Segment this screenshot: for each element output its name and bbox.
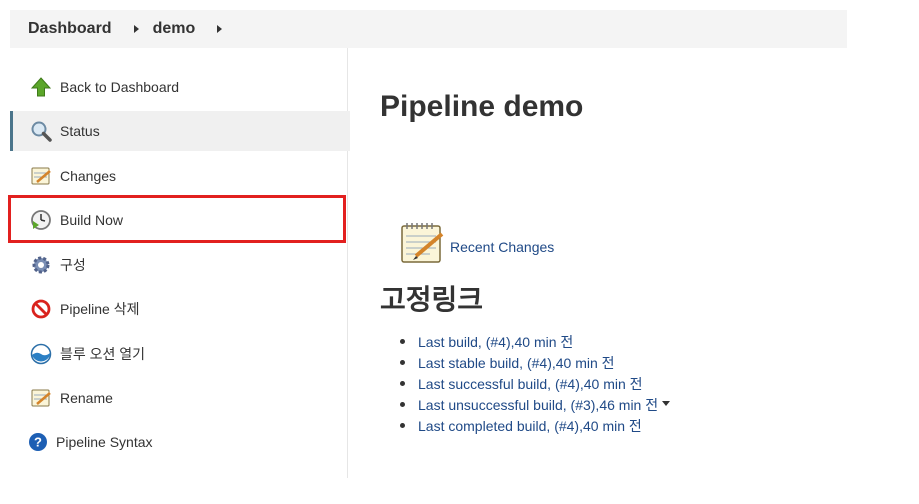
permalinks-heading: 고정링크 [380,284,484,315]
sidebar-item-delete-pipeline[interactable]: Pipeline 삭제 [10,289,347,329]
gear-icon [30,254,52,276]
clock-play-icon [30,209,52,231]
list-item: Last build, (#4),40 min 전 [400,331,670,352]
list-item: Last completed build, (#4),40 min 전 [400,415,670,436]
sidebar-item-label: Back to Dashboard [60,79,180,95]
permalink-last-stable-build[interactable]: Last stable build, (#4),40 min 전 [418,353,615,373]
notepad-icon [30,165,52,187]
sidebar-item-pipeline-syntax[interactable]: ? Pipeline Syntax [10,422,347,462]
permalink-last-build[interactable]: Last build, (#4),40 min 전 [418,332,573,352]
permalink-last-unsuccessful-build[interactable]: Last unsuccessful build, (#3),46 min 전 [418,395,658,415]
breadcrumb-dropdown-icon[interactable] [217,25,223,33]
sidebar-item-label: Pipeline Syntax [56,434,153,450]
dropdown-caret-icon[interactable] [662,400,671,406]
svg-text:?: ? [34,435,42,450]
bullet-icon [400,381,405,386]
sidebar-item-changes[interactable]: Changes [10,156,347,196]
sidebar-item-label: Changes [60,168,117,184]
list-item: Last unsuccessful build, (#3),46 min 전 [400,394,671,415]
breadcrumb-demo-link[interactable]: demo [153,20,196,38]
permalinks-list: Last build, (#4),40 min 전 Last stable bu… [400,331,671,436]
sidebar-item-label: Build Now [60,212,124,228]
breadcrumb-dashboard-link[interactable]: Dashboard [28,20,112,38]
no-entry-icon [30,298,52,320]
bullet-icon [400,339,405,344]
list-item: Last stable build, (#4),40 min 전 [400,352,670,373]
permalink-last-successful-build[interactable]: Last successful build, (#4),40 min 전 [418,374,643,394]
sidebar-item-back-to-dashboard[interactable]: Back to Dashboard [10,67,347,107]
blue-ocean-icon [30,343,52,365]
magnifier-icon [30,120,52,142]
sidebar-item-configure[interactable]: 구성 [10,245,347,285]
sidebar-item-label: Rename [60,390,113,406]
sidebar-item-status[interactable]: Status [10,111,350,151]
notepad-icon [30,387,52,409]
sidebar-item-label: 구성 [60,257,86,273]
arrow-up-icon [30,76,52,98]
bullet-icon [400,402,405,407]
permalink-last-completed-build[interactable]: Last completed build, (#4),40 min 전 [418,416,642,436]
recent-changes: Recent Changes [400,220,554,269]
notepad-icon[interactable] [400,220,444,269]
breadcrumb-dropdown-icon[interactable] [133,25,139,33]
sidebar-item-label: Pipeline 삭제 [60,301,140,317]
bullet-icon [400,423,405,428]
sidebar-item-rename[interactable]: Rename [10,378,347,418]
page-title: Pipeline demo [380,90,584,123]
recent-changes-link[interactable]: Recent Changes [450,239,554,255]
sidebar: Back to Dashboard Status Changes Build N… [10,48,350,478]
sidebar-item-open-blue-ocean[interactable]: 블루 오션 열기 [10,334,347,374]
sidebar-item-label: 블루 오션 열기 [60,346,146,362]
bullet-icon [400,360,405,365]
sidebar-item-label: Status [60,123,100,139]
help-icon: ? [27,431,49,453]
breadcrumb: Dashboard demo [10,10,847,48]
list-item: Last successful build, (#4),40 min 전 [400,373,670,394]
sidebar-item-build-now[interactable]: Build Now [10,200,347,240]
